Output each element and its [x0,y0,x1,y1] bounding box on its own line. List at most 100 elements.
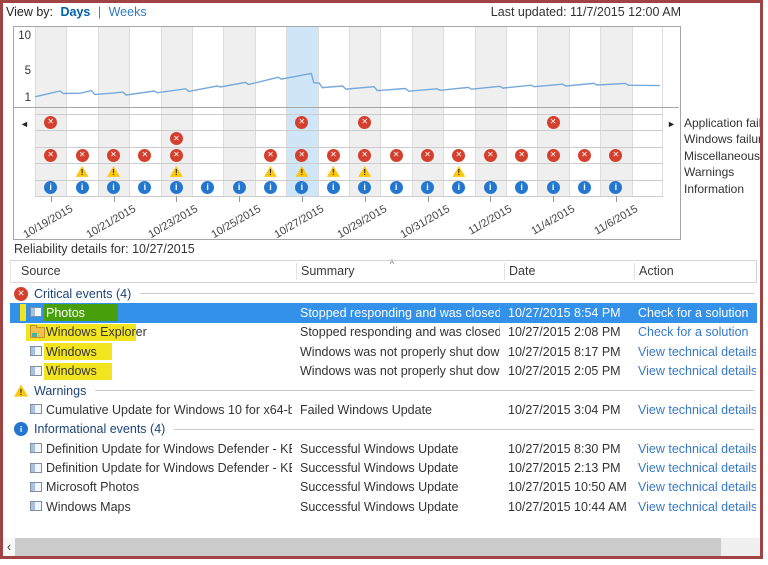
x-axis-tick [239,196,240,202]
table-row[interactable]: Definition Update for Windows Defender -… [10,459,757,478]
group-header-row: i Informational events (4) [10,420,757,439]
summary-cell: Successful Windows Update [300,442,500,456]
critical-event-icon: ✕ [170,149,183,162]
row-label-windows-failures: Windows failures [684,131,760,147]
column-header-date[interactable]: Date [509,264,535,278]
table-row[interactable]: Cumulative Update for Windows 10 for x64… [10,400,757,419]
information-event-icon: i [547,181,560,194]
summary-cell: Failed Windows Update [300,403,500,417]
summary-cell: Successful Windows Update [300,461,500,475]
row-label-application-failures: Application failures [684,115,760,131]
date-cell: 10/27/2015 10:50 AM [508,480,632,494]
grid-line [35,147,663,148]
critical-event-icon: ✕ [358,116,371,129]
action-link[interactable]: View technical details [638,480,756,494]
column-header-action[interactable]: Action [639,264,674,278]
group-rule [140,293,754,294]
group-label: Critical events (4) [34,287,131,301]
critical-event-icon: ✕ [390,149,403,162]
date-cell: 10/27/2015 8:17 PM [508,345,632,359]
table-row[interactable]: PhotosStopped responding and was closed1… [10,303,757,322]
group-header-row: Warnings [10,381,757,400]
app-window-icon [30,366,42,376]
critical-event-icon: ✕ [138,149,151,162]
table-row[interactable]: Windows Explorer Stopped responding and w… [10,323,757,342]
x-axis-tick [490,196,491,202]
group-label: Warnings [34,384,86,398]
horizontal-scrollbar[interactable]: ‹ [3,538,760,556]
grid-line [35,114,663,115]
table-row[interactable]: Microsoft PhotosSuccessful Windows Updat… [10,478,757,497]
source-cell: Windows Explorer [46,325,292,339]
warning-icon [14,385,28,397]
table-row[interactable]: Windows Windows was not properly shut dow… [10,342,757,361]
action-link[interactable]: View technical details [638,364,756,378]
critical-event-icon: ✕ [44,116,57,129]
critical-event-icon: ✕ [547,149,560,162]
summary-cell: Windows was not properly shut down [300,345,500,359]
information-event-icon: i [390,181,403,194]
x-axis-tick [428,196,429,202]
y-axis-tick-10: 10 [13,30,31,42]
header-separator [296,263,297,280]
source-cell: Windows [46,364,292,378]
date-cell: 10/27/2015 2:13 PM [508,461,632,475]
critical-event-icon: ✕ [547,116,560,129]
action-link[interactable]: Check for a solution [638,325,756,339]
header-separator [634,263,635,280]
action-link[interactable]: View technical details [638,461,756,475]
table-row[interactable]: Windows Windows was not properly shut dow… [10,362,757,381]
action-link[interactable]: View technical details [638,442,756,456]
scrollbar-thumb[interactable] [15,538,721,556]
table-row[interactable]: Windows MapsSuccessful Windows Update10/… [10,497,757,516]
row-label-warnings: Warnings [684,164,760,180]
date-cell: 10/27/2015 2:08 PM [508,325,632,339]
info-icon: i [14,422,28,436]
source-cell: Windows [46,345,292,359]
reliability-monitor: { "toolbar": { "view_by_label": "View by… [0,0,768,565]
critical-event-icon: ✕ [358,149,371,162]
summary-cell: Windows was not properly shut down [300,364,500,378]
view-by-label: View by: [6,5,53,19]
critical-event-icon: ✕ [452,149,465,162]
summary-cell: Successful Windows Update [300,500,500,514]
date-cell: 10/27/2015 3:04 PM [508,403,632,417]
scrollbar-left-arrow-icon[interactable]: ‹ [3,538,15,556]
group-label: Informational events (4) [34,422,165,436]
scroll-left-icon[interactable]: ◄ [20,120,29,129]
view-by-weeks-link[interactable]: Weeks [109,5,147,19]
y-axis-tick-5: 5 [13,65,31,77]
app-window-icon [30,501,42,511]
x-axis-tick [616,196,617,202]
column-header-summary[interactable]: Summary [301,264,354,278]
scroll-right-icon[interactable]: ► [667,120,676,129]
critical-event-icon: ✕ [484,149,497,162]
summary-cell: Stopped responding and was closed [300,325,500,339]
x-axis-tick [51,196,52,202]
critical-event-icon: ✕ [76,149,89,162]
y-axis-tick-1: 1 [13,92,31,104]
chart-grid: ✕✕✕✕✕✕✕✕✕✕✕✕✕✕✕✕✕✕✕✕✕✕iiiiiiiiiiiiiiiiii… [35,27,663,196]
action-link[interactable]: View technical details [638,500,756,514]
view-by-days-link[interactable]: Days [61,5,91,19]
table-row[interactable]: Definition Update for Windows Defender -… [10,439,757,458]
app-window-icon [30,307,42,317]
app-window-icon [30,404,42,414]
critical-event-icon: ✕ [295,149,308,162]
x-axis-tick [365,196,366,202]
column-header-source[interactable]: Source [21,264,61,278]
x-axis-tick [114,196,115,202]
date-cell: 10/27/2015 10:44 AM [508,500,632,514]
information-event-icon: i [233,181,246,194]
app-window-icon [30,443,42,453]
grid-line [35,163,663,164]
action-link[interactable]: View technical details [638,403,756,417]
source-cell: Microsoft Photos [46,480,292,494]
details-table: ✕Critical events (4)PhotosStopped respon… [10,284,757,517]
header-separator [504,263,505,280]
action-link[interactable]: View technical details [638,345,756,359]
source-cell: Definition Update for Windows Defender -… [46,461,292,475]
row-label-miscellaneous-failures: Miscellaneous failures [684,148,760,164]
source-cell: Definition Update for Windows Defender -… [46,442,292,456]
action-link[interactable]: Check for a solution [638,306,756,320]
